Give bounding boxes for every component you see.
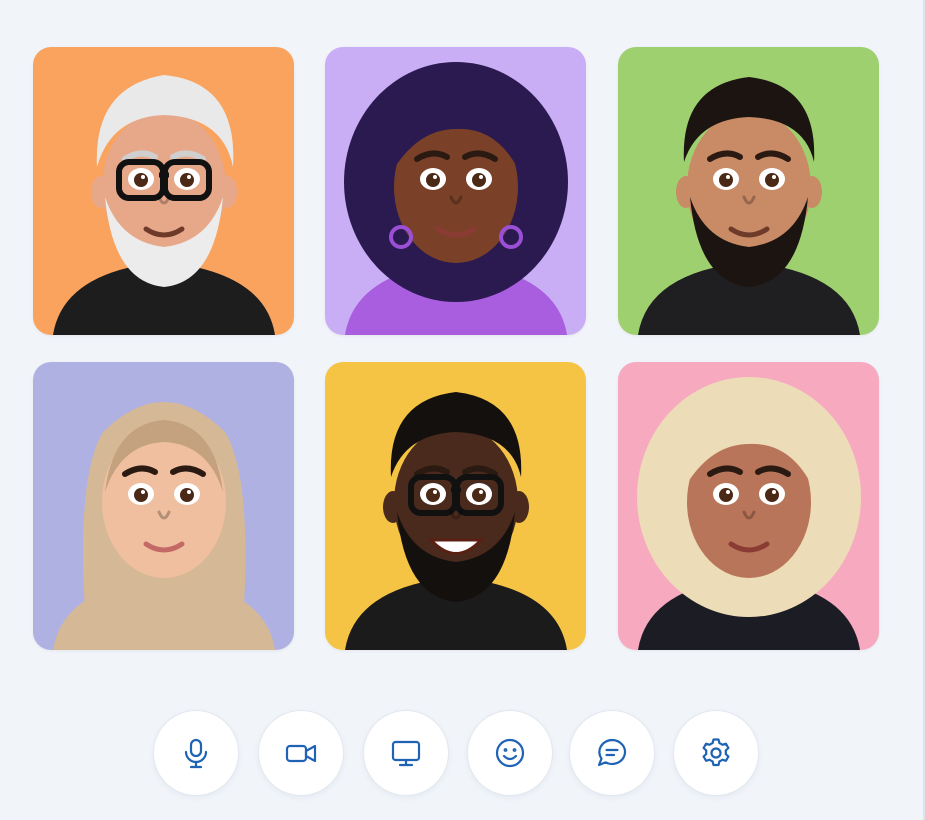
eye-iris	[765, 173, 779, 187]
participant-avatar	[618, 47, 879, 335]
emoji-reaction-icon	[495, 738, 525, 768]
participant-avatar	[33, 47, 294, 335]
eye-iris	[765, 488, 779, 502]
reactions-button[interactable]	[467, 710, 553, 796]
ear	[217, 176, 237, 208]
microphone-button[interactable]	[153, 710, 239, 796]
ear	[509, 491, 529, 523]
call-controls-bar	[153, 710, 763, 796]
participant-grid	[0, 0, 925, 700]
eye-iris	[719, 488, 733, 502]
ear	[383, 491, 403, 523]
eye-iris	[472, 173, 486, 187]
eye-iris	[426, 173, 440, 187]
participant-avatar	[325, 362, 586, 650]
eye-highlight	[433, 175, 437, 179]
eye-iris	[719, 173, 733, 187]
eye-highlight	[772, 175, 776, 179]
eye-highlight	[141, 490, 145, 494]
participant-avatar	[618, 362, 879, 650]
eye-iris	[180, 173, 194, 187]
eye-highlight	[187, 490, 191, 494]
participant-avatar	[325, 47, 586, 335]
eye-highlight	[141, 175, 145, 179]
eye-highlight	[187, 175, 191, 179]
video-camera-icon	[285, 744, 317, 763]
eye-highlight	[433, 490, 437, 494]
ear	[91, 176, 111, 208]
participant-tile[interactable]	[618, 47, 879, 335]
participant-tile[interactable]	[33, 47, 294, 335]
eye-iris	[134, 488, 148, 502]
eye-iris	[472, 488, 486, 502]
eye-iris	[426, 488, 440, 502]
eye-highlight	[726, 175, 730, 179]
participant-tile[interactable]	[325, 47, 586, 335]
eye-highlight	[479, 175, 483, 179]
camera-button[interactable]	[258, 710, 344, 796]
microphone-icon	[184, 738, 208, 769]
eye-iris	[180, 488, 194, 502]
ear	[676, 176, 696, 208]
participant-tile[interactable]	[33, 362, 294, 650]
participant-tile[interactable]	[618, 362, 879, 650]
eye-highlight	[772, 490, 776, 494]
participant-avatar	[33, 362, 294, 650]
chat-icon	[597, 738, 627, 767]
chat-button[interactable]	[569, 710, 655, 796]
eye-iris	[134, 173, 148, 187]
settings-gear-icon	[702, 738, 730, 767]
ear	[802, 176, 822, 208]
settings-button[interactable]	[673, 710, 759, 796]
eye-highlight	[479, 490, 483, 494]
share-screen-button[interactable]	[363, 710, 449, 796]
screen-share-icon	[391, 740, 421, 767]
participant-tile[interactable]	[325, 362, 586, 650]
eye-highlight	[726, 490, 730, 494]
